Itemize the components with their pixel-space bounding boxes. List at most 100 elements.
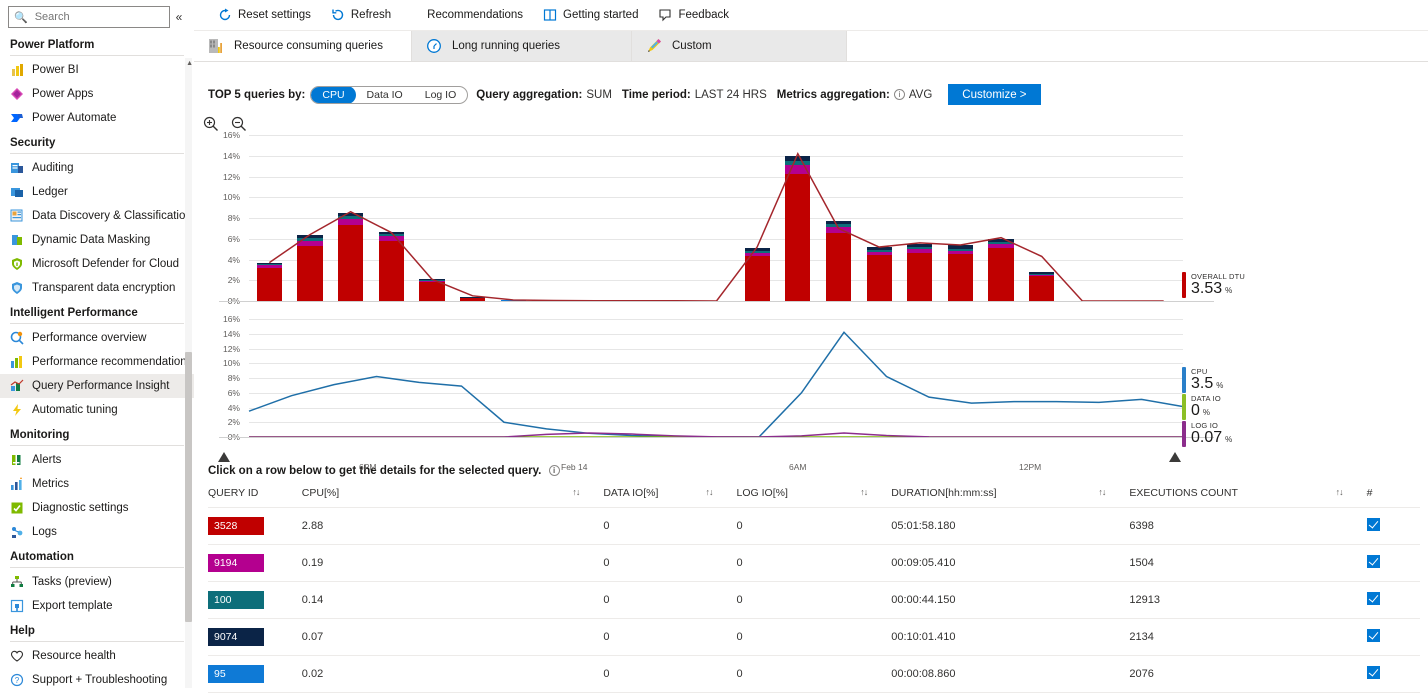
command-refresh[interactable]: Refresh	[321, 0, 401, 31]
sidebar-item-ledger[interactable]: Ledger	[0, 180, 194, 204]
cell-data-io: 0	[603, 508, 736, 545]
sidebar-group-divider	[10, 153, 184, 154]
row-checkbox[interactable]	[1367, 666, 1380, 679]
sort-toggle-icon[interactable]: ↑↓	[1098, 487, 1105, 497]
sidebar-scrollbar-thumb[interactable]	[185, 352, 192, 622]
pencil-icon	[646, 38, 662, 54]
column-header-executions-count[interactable]: EXECUTIONS COUNT↑↓	[1129, 477, 1366, 508]
command-getting-started[interactable]: Getting started	[533, 0, 648, 31]
metric-pill-data-io[interactable]: Data IO	[356, 86, 414, 104]
reset-icon	[218, 8, 232, 22]
query-id-badge[interactable]: 100	[208, 591, 264, 609]
x-axis-tick-label: 6AM	[789, 462, 806, 472]
sidebar-item-performance-overview[interactable]: Performance overview	[0, 326, 194, 350]
sidebar-item-label: Power Automate	[32, 112, 116, 124]
sidebar-item-label: Tasks (preview)	[32, 576, 112, 588]
sort-toggle-icon[interactable]: ↑↓	[706, 487, 713, 497]
row-checkbox[interactable]	[1367, 592, 1380, 605]
sidebar-item-dynamic-data-masking[interactable]: Dynamic Data Masking	[0, 228, 194, 252]
row-checkbox[interactable]	[1367, 555, 1380, 568]
tab-custom[interactable]: Custom	[632, 31, 847, 61]
query-id-badge[interactable]: 9074	[208, 628, 264, 646]
sidebar-item-query-performance-insight[interactable]: Query Performance Insight	[0, 374, 194, 398]
sidebar-item-resource-health[interactable]: Resource health	[0, 644, 194, 668]
column-header-label: QUERY ID	[208, 487, 258, 499]
sort-toggle-icon[interactable]: ↑↓	[860, 487, 867, 497]
time-period-label: Time period:	[622, 89, 691, 101]
metric-pill-group[interactable]: CPUData IOLog IO	[310, 86, 468, 104]
column-header-data-io[interactable]: DATA IO[%] ↑↓	[603, 477, 736, 508]
query-id-badge[interactable]: 95	[208, 665, 264, 683]
command-reset-settings[interactable]: Reset settings	[208, 0, 321, 31]
sidebar-item-logs[interactable]: Logs	[0, 520, 194, 544]
sidebar-item-data-discovery-classification[interactable]: Data Discovery & Classification	[0, 204, 194, 228]
sort-toggle-icon[interactable]: ↑↓	[572, 487, 579, 497]
table-row[interactable]: 90740.070000:10:01.4102134	[208, 619, 1420, 656]
sidebar-item-microsoft-defender-for-cloud[interactable]: Microsoft Defender for Cloud	[0, 252, 194, 276]
range-slider-right-handle[interactable]	[1169, 452, 1181, 462]
table-row[interactable]: 35282.880005:01:58.1806398	[208, 508, 1420, 545]
customize-button[interactable]: Customize >	[948, 84, 1040, 105]
query-id-badge[interactable]: 9194	[208, 554, 264, 572]
book-icon	[543, 8, 557, 22]
command-recommendations[interactable]: Recommendations	[417, 0, 533, 31]
support-icon: ?	[10, 673, 24, 687]
legend-metric-value: 0	[1191, 402, 1200, 419]
table-row[interactable]: 950.020000:00:08.8602076	[208, 656, 1420, 693]
sidebar-item-transparent-data-encryption[interactable]: Transparent data encryption	[0, 276, 194, 300]
sidebar-group-title: Power Platform	[0, 32, 194, 55]
cell-executions: 1504	[1129, 545, 1366, 582]
search-icon: 🔍	[14, 11, 28, 24]
command-label: Getting started	[563, 9, 638, 21]
diagnostic-settings-icon	[10, 501, 24, 515]
scroll-up-arrow-icon[interactable]: ▲	[186, 60, 193, 67]
sidebar-item-automatic-tuning[interactable]: Automatic tuning	[0, 398, 194, 422]
cell-cpu: 0.19	[302, 545, 604, 582]
sort-toggle-icon[interactable]: ↑↓	[1336, 487, 1343, 497]
tab-resource-consuming-queries[interactable]: Resource consuming queries	[194, 31, 412, 61]
cell-log-io: 0	[737, 582, 892, 619]
search-box[interactable]: 🔍	[8, 6, 170, 28]
sidebar-item-metrics[interactable]: Metrics	[0, 472, 194, 496]
sidebar-item-tasks-preview[interactable]: Tasks (preview)	[0, 570, 194, 594]
metric-pill-cpu[interactable]: CPU	[311, 86, 355, 104]
sidebar-item-auditing[interactable]: Auditing	[0, 156, 194, 180]
row-checkbox[interactable]	[1367, 629, 1380, 642]
sidebar-item-support-troubleshooting[interactable]: ?Support + Troubleshooting	[0, 668, 194, 692]
collapse-sidebar-button[interactable]: «	[170, 10, 188, 24]
search-input[interactable]	[33, 10, 164, 24]
sidebar-item-label: Metrics	[32, 478, 69, 490]
command-feedback[interactable]: Feedback	[648, 0, 739, 31]
sidebar-group-title: Automation	[0, 544, 194, 567]
power-apps-icon	[10, 87, 24, 101]
column-header-log-io[interactable]: LOG IO[%]↑↓	[737, 477, 892, 508]
sidebar-item-label: Power BI	[32, 64, 79, 76]
table-info-icon[interactable]: i	[549, 465, 560, 476]
metrics-aggregation-info-icon[interactable]: i	[894, 89, 905, 100]
sidebar-item-diagnostic-settings[interactable]: Diagnostic settings	[0, 496, 194, 520]
range-slider-left-handle[interactable]	[218, 452, 230, 462]
legend-item-data-io: DATA IO0%	[1182, 394, 1221, 420]
column-header-duration-hh-mm-ss[interactable]: DURATION[hh:mm:ss]↑↓	[891, 477, 1129, 508]
table-row[interactable]: 1000.140000:00:44.15012913	[208, 582, 1420, 619]
tab-long-running-queries[interactable]: Long running queries	[412, 31, 632, 61]
command-label: Recommendations	[427, 9, 523, 21]
sidebar-item-alerts[interactable]: Alerts	[0, 448, 194, 472]
sidebar-item-performance-recommendations[interactable]: Performance recommendations	[0, 350, 194, 374]
table-row[interactable]: 91940.190000:09:05.4101504	[208, 545, 1420, 582]
sidebar-item-power-apps[interactable]: Power Apps	[0, 82, 194, 106]
query-id-badge[interactable]: 3528	[208, 517, 264, 535]
column-header-label: DATA IO[%]	[603, 487, 658, 499]
sidebar-item-power-automate[interactable]: Power Automate	[0, 106, 194, 130]
legend-color-swatch	[1182, 367, 1186, 393]
sidebar-item-export-template[interactable]: Export template	[0, 594, 194, 618]
cell-log-io: 0	[737, 656, 892, 693]
metric-pill-log-io[interactable]: Log IO	[414, 86, 468, 104]
cell-cpu: 0.02	[302, 656, 604, 693]
x-axis-tick-label: 12PM	[1019, 462, 1041, 472]
column-header-cpu[interactable]: CPU[%]↑↓	[302, 477, 604, 508]
row-checkbox[interactable]	[1367, 518, 1380, 531]
sidebar-item-label: Performance recommendations	[32, 356, 192, 368]
chart-dtu-metrics-lines: 0%2%4%6%8%10%12%14%16%	[194, 319, 1428, 459]
sidebar-item-power-bi[interactable]: Power BI	[0, 58, 194, 82]
